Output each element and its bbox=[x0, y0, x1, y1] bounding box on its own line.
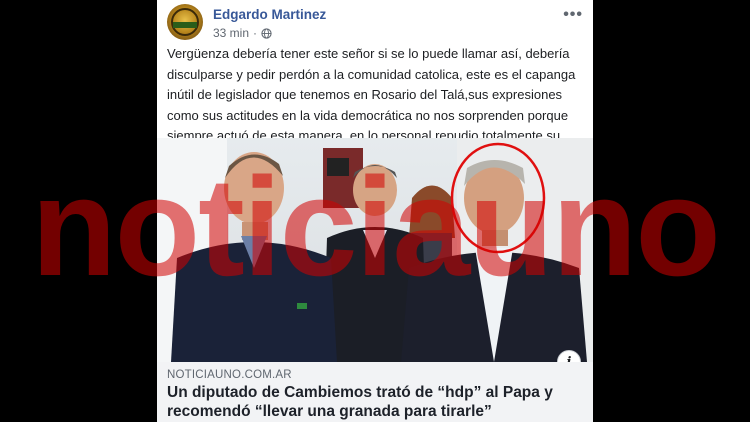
post-time[interactable]: 33 min bbox=[213, 26, 249, 40]
post-meta: 33 min · bbox=[213, 26, 272, 40]
link-domain: NOTICIAUNO.COM.AR bbox=[167, 369, 292, 381]
link-preview[interactable]: NOTICIAUNO.COM.AR Un diputado de Cambiem… bbox=[157, 362, 593, 422]
more-options-button[interactable]: ••• bbox=[563, 6, 583, 24]
photo-people-illustration bbox=[171, 142, 587, 362]
post-header: Edgardo Martinez 33 min · ••• bbox=[167, 4, 583, 40]
author-name[interactable]: Edgardo Martinez bbox=[213, 7, 326, 22]
globe-icon bbox=[261, 27, 272, 39]
facebook-post-card: Edgardo Martinez 33 min · ••• Vergüenza … bbox=[157, 0, 593, 422]
link-preview-image[interactable] bbox=[157, 138, 593, 362]
author-avatar[interactable] bbox=[167, 4, 203, 40]
link-headline[interactable]: Un diputado de Cambiemos trató de “hdp” … bbox=[167, 383, 583, 421]
